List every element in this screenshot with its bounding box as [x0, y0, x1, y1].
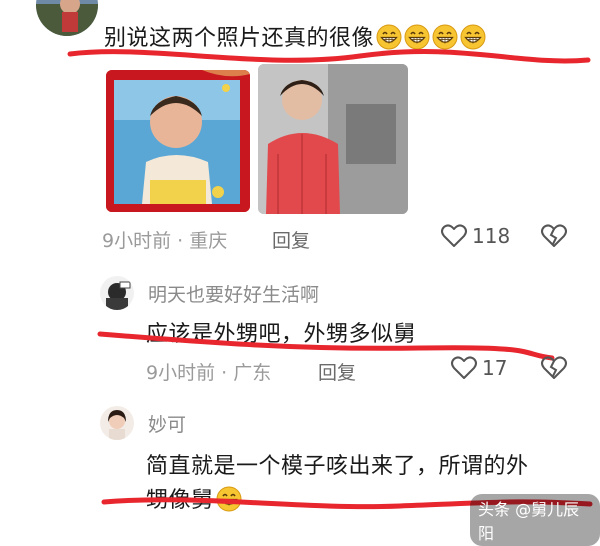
- like-count: 118: [472, 224, 511, 248]
- reply-button[interactable]: 回复: [318, 358, 356, 385]
- avatar[interactable]: [100, 406, 134, 440]
- comment-location: 重庆: [189, 230, 228, 252]
- comment-meta: 9小时前 · 广东: [146, 358, 271, 385]
- comment-time: 9小时前: [146, 362, 216, 384]
- meta-separator: ·: [177, 230, 190, 252]
- comment-time: 9小时前: [102, 230, 172, 252]
- comment-username[interactable]: 明天也要好好生活啊: [148, 280, 319, 307]
- avatar[interactable]: [36, 0, 98, 36]
- comment-location: 广东: [233, 362, 272, 384]
- avatar[interactable]: [100, 276, 134, 310]
- watermark: 头条 @舅儿辰阳: [470, 494, 600, 546]
- broken-heart-icon: [541, 224, 567, 247]
- like-button[interactable]: 17: [450, 354, 507, 382]
- heart-outline-icon: [441, 224, 467, 247]
- reply-button[interactable]: 回复: [272, 226, 310, 253]
- comment-photo-left[interactable]: [106, 70, 250, 212]
- dislike-button[interactable]: [540, 222, 568, 254]
- like-button[interactable]: 118: [440, 222, 510, 250]
- broken-heart-icon: [541, 356, 567, 379]
- heart-outline-icon: [451, 356, 477, 379]
- dislike-button[interactable]: [540, 354, 568, 386]
- comment-meta: 9小时前 · 重庆: [102, 226, 227, 253]
- meta-separator: ·: [221, 362, 234, 384]
- comment-username[interactable]: 妙可: [148, 410, 186, 437]
- like-count: 17: [482, 356, 508, 380]
- red-underline-annotation: [97, 331, 555, 361]
- comment-photo-right[interactable]: [258, 64, 408, 214]
